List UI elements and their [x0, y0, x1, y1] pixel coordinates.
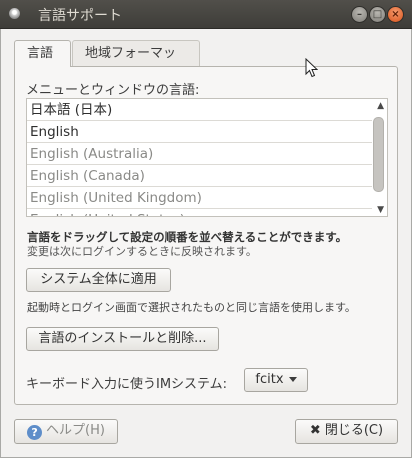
input-method-select[interactable]: fcitx: [244, 368, 308, 392]
help-icon: ?: [27, 425, 43, 440]
help-button[interactable]: ? ヘルプ(H): [14, 419, 118, 444]
scroll-up-arrow-icon[interactable]: ▲: [377, 101, 384, 111]
x-icon: ✖: [309, 423, 321, 438]
language-list[interactable]: 日本語 (日本) English English (Australia) Eng…: [26, 98, 388, 217]
help-label: ヘルプ(H): [46, 423, 105, 438]
menu-language-label: メニューとウィンドウの言語:: [26, 83, 200, 98]
scroll-down-arrow-icon[interactable]: ▼: [377, 205, 384, 215]
list-item[interactable]: English (Australia): [27, 143, 372, 165]
list-item[interactable]: English (United Kingdom): [27, 187, 372, 209]
mouse-pointer-icon: [305, 58, 318, 78]
list-item[interactable]: English (United States): [27, 209, 372, 216]
tab-language[interactable]: 言語: [14, 40, 71, 67]
relogin-note: 変更は次にログインするときに反映されます。: [27, 245, 257, 258]
scrollbar[interactable]: ▲ ▼: [372, 99, 387, 216]
maximize-button[interactable]: □: [369, 6, 386, 23]
list-item[interactable]: 日本語 (日本): [27, 99, 372, 121]
list-item[interactable]: English (Canada): [27, 165, 372, 187]
close-window-button[interactable]: ×: [387, 6, 404, 23]
close-button[interactable]: ✖ 閉じる(C): [295, 419, 398, 444]
input-method-label: キーボード入力に使うIMシステム:: [26, 377, 228, 392]
scrollbar-thumb[interactable]: [373, 117, 384, 192]
close-label: 閉じる(C): [324, 423, 384, 438]
minimize-button[interactable]: –: [351, 6, 368, 23]
apply-system-wide-button[interactable]: システム全体に適用: [26, 268, 171, 292]
tab-regional-formats[interactable]: 地域フォーマット: [72, 40, 200, 87]
app-icon: [9, 8, 20, 19]
install-remove-languages-button[interactable]: 言語のインストールと削除...: [26, 327, 219, 351]
language-support-window: 言語サポート – □ × 言語 地域フォーマット メニューとウィンドウの言語: …: [0, 0, 412, 458]
apply-note: 起動時とログイン画面で選択されたものと同じ言語を使用します。: [27, 301, 356, 314]
chevron-down-icon: [288, 377, 297, 382]
input-method-value: fcitx: [255, 372, 284, 387]
window-title: 言語サポート: [38, 8, 122, 24]
title-bar[interactable]: 言語サポート – □ ×: [0, 0, 412, 29]
list-item[interactable]: English: [27, 121, 372, 143]
